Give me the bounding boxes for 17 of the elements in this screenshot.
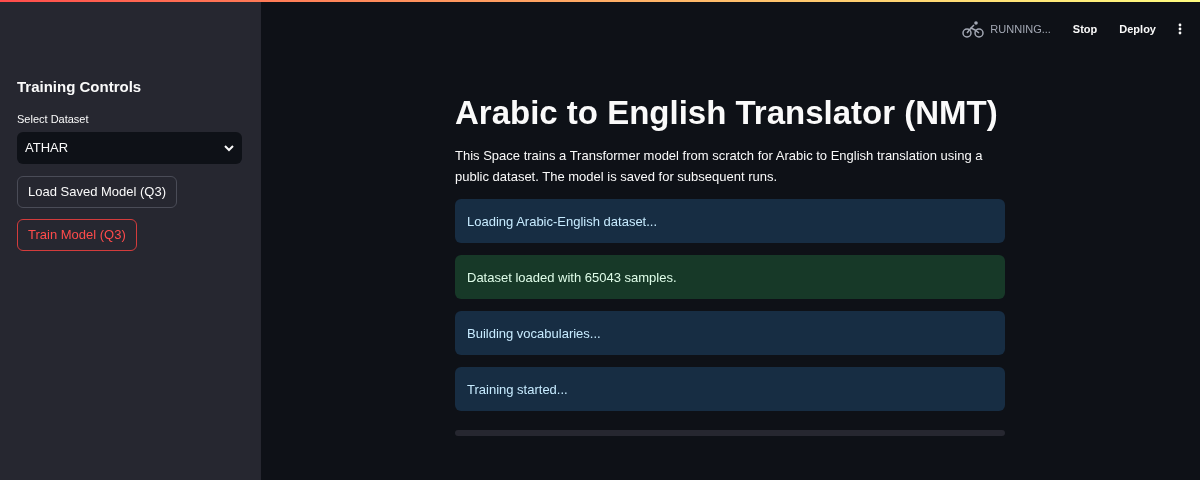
header-action-button[interactable]: Stop [1072,20,1098,38]
page-title: Arabic to English Translator (NMT) [455,93,999,133]
select-label: Select Dataset [17,111,89,127]
cyclist-icon [962,20,985,38]
info-message: Training started... [455,367,1005,412]
sidebar-title: Training Controls [17,77,142,97]
description-text: This Space trains a Transformer model from scratch for Arabic to English translation using a public dataset. The model is saved for subsequent runs. [455,147,984,187]
success-message: Dataset loaded with 65043 samples. [455,255,1005,300]
running-status: RUNNING... [990,21,1051,37]
train-button[interactable]: Train Model (Q3) [17,219,137,251]
more-menu-icon[interactable] [1178,23,1182,35]
dataset-select[interactable]: ATHAR [17,132,242,164]
load-button[interactable]: Load Saved Model (Q3) [17,176,178,208]
header-action-button[interactable]: Deploy [1119,20,1156,38]
chevron-down-icon [224,144,234,152]
info-message: Loading Arabic-English dataset... [455,199,1005,244]
info-message: Building vocabularies... [455,311,1005,356]
